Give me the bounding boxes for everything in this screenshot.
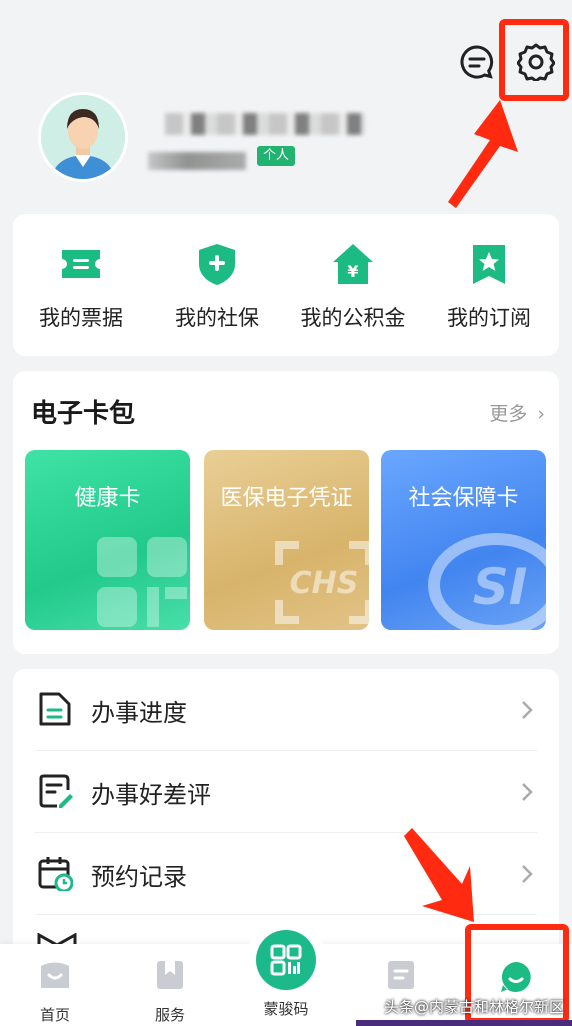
quick-action-housing-fund[interactable]: ¥ 我的公积金 <box>285 214 421 356</box>
quick-action-label: 我的社保 <box>175 306 259 330</box>
arrow-annotation-top <box>448 100 518 208</box>
quick-action-label: 我的公积金 <box>300 306 406 330</box>
chevron-right-icon <box>522 701 533 719</box>
chs-logo-icon: CHS <box>275 541 369 624</box>
arrow-annotation-bottom <box>404 828 474 922</box>
watermark-text: 头条@内蒙古和林格尔新区 <box>384 998 565 1016</box>
e-wallet-card: 电子卡包 更多 › 健康卡 医保电子凭证 CHS 社会保障卡 SI <box>13 371 559 654</box>
rating-edit-icon <box>39 774 73 808</box>
qr-code-icon <box>270 944 302 976</box>
decorative-bar <box>356 1020 572 1026</box>
more-link[interactable]: 更多 › <box>489 399 545 426</box>
health-card[interactable]: 健康卡 <box>25 450 190 630</box>
message-button[interactable] <box>457 42 497 82</box>
nav-tab-services[interactable]: 服务 <box>130 958 210 1025</box>
bookmark-icon <box>157 961 183 989</box>
house-yen-icon: ¥ <box>333 244 373 284</box>
list-item-rating[interactable]: 办事好差评 <box>35 751 537 833</box>
svg-text:CHS: CHS <box>290 566 359 601</box>
home-icon <box>41 962 69 988</box>
si-logo-icon: SI <box>428 533 546 630</box>
quick-actions-card: 我的票据 我的社保 ¥ 我的公积金 我的订阅 <box>13 214 559 356</box>
quick-action-label: 我的票据 <box>39 306 123 330</box>
quick-action-tickets[interactable]: 我的票据 <box>13 214 149 356</box>
calendar-clock-icon <box>38 857 73 891</box>
quick-action-subscriptions[interactable]: 我的订阅 <box>421 214 557 356</box>
list-item-label: 预约记录 <box>91 863 187 891</box>
highlight-box-settings <box>499 19 569 101</box>
chevron-right-icon: › <box>537 403 545 425</box>
svg-text:SI: SI <box>473 558 528 616</box>
quick-action-social-security[interactable]: 我的社保 <box>149 214 285 356</box>
qr-button <box>256 930 316 990</box>
redacted-id <box>148 152 246 170</box>
bookmark-star-icon <box>473 245 505 284</box>
ticket-icon <box>62 250 100 278</box>
card-label: 健康卡 <box>74 486 141 511</box>
chevron-right-icon <box>522 783 533 801</box>
avatar[interactable] <box>38 92 128 182</box>
user-avatar-icon <box>41 95 125 179</box>
file-icon <box>388 961 414 989</box>
nav-tab-qr-code[interactable] <box>246 920 326 1000</box>
list-item-label: 办事进度 <box>91 699 187 727</box>
svg-text:¥: ¥ <box>347 262 358 281</box>
list-item-progress[interactable]: 办事进度 <box>35 669 537 751</box>
account-type-badge: 个人 <box>257 146 296 166</box>
shield-plus-icon <box>199 244 235 285</box>
card-label: 医保电子凭证 <box>220 486 353 511</box>
redacted-name <box>165 113 365 135</box>
section-title: 电子卡包 <box>31 399 136 429</box>
card-label: 社会保障卡 <box>408 486 519 511</box>
nav-label: 蒙骏码 <box>263 1000 309 1018</box>
health-card-watermark-icon <box>97 537 187 627</box>
medical-insurance-card[interactable]: 医保电子凭证 CHS <box>204 450 369 630</box>
list-item-label: 办事好差评 <box>91 781 211 809</box>
document-icon <box>39 692 71 726</box>
chevron-right-icon <box>522 865 533 883</box>
chat-bubble-icon <box>460 45 494 79</box>
nav-tab-home[interactable]: 首页 <box>15 958 95 1025</box>
quick-action-label: 我的订阅 <box>447 306 531 330</box>
more-label: 更多 <box>489 403 528 425</box>
social-security-card[interactable]: 社会保障卡 SI <box>381 450 546 630</box>
nav-label: 首页 <box>39 1006 70 1024</box>
nav-label: 服务 <box>154 1006 185 1024</box>
